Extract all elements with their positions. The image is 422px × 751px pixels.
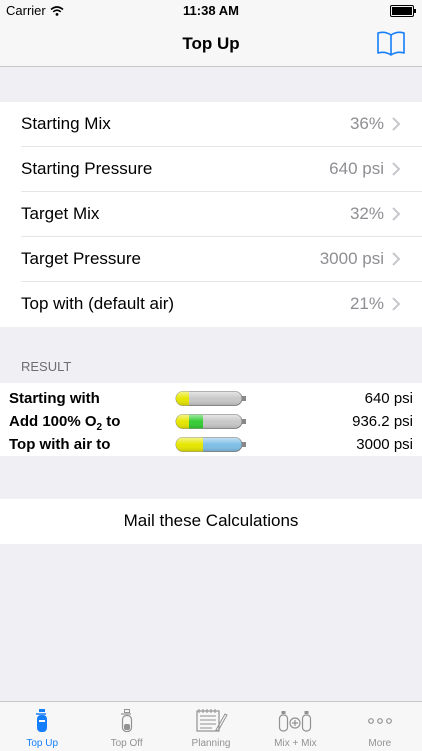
result-row: Top with air to 3000 psi: [0, 432, 422, 455]
result-label: Add 100% O2 to: [9, 413, 121, 433]
result-value: 936.2 psi: [352, 413, 413, 430]
tab-label: Mix + Mix: [274, 738, 317, 749]
starting-pressure-row[interactable]: Starting Pressure 640 psi: [0, 147, 422, 192]
input-group: Starting Mix 36% Starting Pressure 640 p…: [0, 102, 422, 327]
tab-label: Top Off: [110, 738, 143, 749]
row-label: Top with (default air): [21, 294, 175, 313]
tab-planning[interactable]: Planning: [169, 702, 253, 751]
tab-top-up[interactable]: Top Up: [0, 702, 84, 751]
target-mix-row[interactable]: Target Mix 32%: [0, 192, 422, 237]
row-label: Starting Mix: [21, 114, 111, 133]
result-value: 640 psi: [364, 390, 413, 407]
status-bar: Carrier 11:38 AM: [0, 0, 422, 22]
tank-icon: [175, 437, 246, 452]
chevron-right-icon: [392, 162, 401, 176]
more-icon: [367, 718, 392, 724]
tab-label: Planning: [191, 738, 231, 749]
starting-mix-row[interactable]: Starting Mix 36%: [0, 102, 422, 147]
row-value: 3000 psi: [319, 249, 384, 268]
mail-button-label: Mail these Calculations: [123, 511, 299, 530]
clock: 11:38 AM: [183, 3, 239, 18]
result-section-header: RESULT: [21, 359, 72, 374]
row-label: Target Pressure: [21, 249, 141, 268]
chevron-right-icon: [392, 117, 401, 131]
result-value: 3000 psi: [356, 436, 413, 453]
chevron-right-icon: [392, 252, 401, 266]
tab-bar: Top Up Top Off Planning Mix + Mix More: [0, 701, 422, 751]
tab-label: Top Up: [26, 738, 59, 749]
tank-outline-icon: [120, 709, 132, 733]
mix-tanks-icon: [279, 711, 312, 732]
notepad-icon: [196, 709, 228, 732]
result-table: Starting with 640 psi Add 100% O2 to 936…: [0, 383, 422, 456]
tank-icon: [175, 391, 246, 406]
page-title: Top Up: [182, 34, 240, 53]
result-label: Top with air to: [9, 436, 111, 453]
battery-icon: [390, 5, 416, 17]
row-label: Starting Pressure: [21, 159, 153, 178]
row-label: Target Mix: [21, 204, 100, 223]
tab-mix-plus-mix[interactable]: Mix + Mix: [253, 702, 337, 751]
tab-top-off[interactable]: Top Off: [84, 702, 168, 751]
navigation-bar: Top Up: [0, 22, 422, 67]
result-label: Starting with: [9, 390, 100, 407]
mail-calculations-button[interactable]: Mail these Calculations: [0, 499, 422, 544]
book-icon[interactable]: [376, 30, 406, 56]
chevron-right-icon: [392, 207, 401, 221]
row-value: 32%: [349, 204, 384, 223]
result-row: Add 100% O2 to 936.2 psi: [0, 409, 422, 433]
tab-more[interactable]: More: [338, 702, 422, 751]
tank-icon: [175, 414, 246, 429]
tab-label: More: [368, 738, 392, 749]
top-with-row[interactable]: Top with (default air) 21%: [0, 282, 422, 327]
result-row: Starting with 640 psi: [0, 386, 422, 409]
target-pressure-row[interactable]: Target Pressure 3000 psi: [0, 237, 422, 282]
row-value: 640 psi: [329, 159, 384, 178]
tank-icon: [36, 709, 48, 732]
row-value: 36%: [349, 114, 384, 133]
row-value: 21%: [349, 294, 384, 313]
chevron-right-icon: [392, 297, 401, 311]
